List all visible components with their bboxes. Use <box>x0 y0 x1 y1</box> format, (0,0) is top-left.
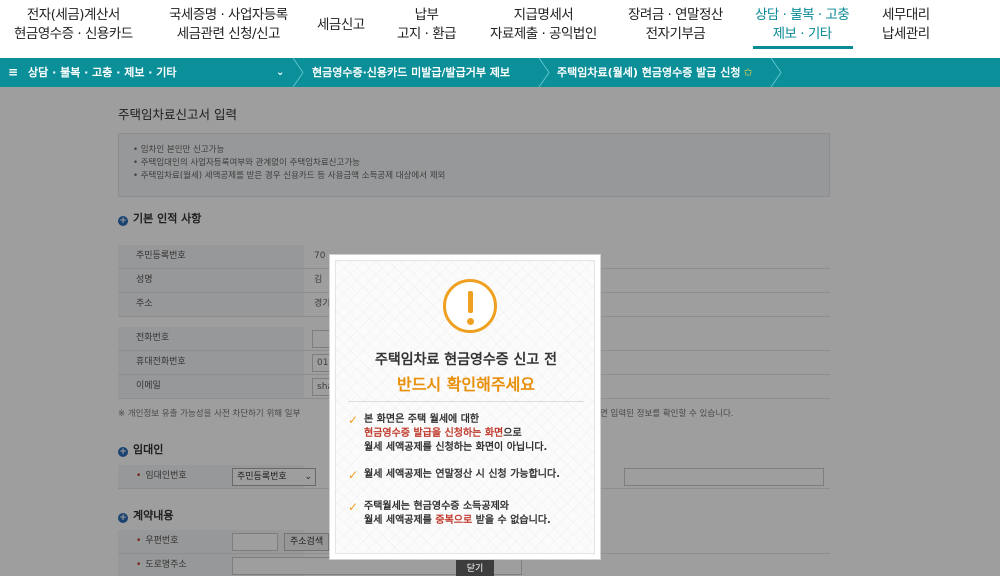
nav-e-invoice[interactable]: 전자(세금)계산서 현금영수증 · 신용카드 <box>14 6 133 44</box>
breadcrumb-level3: 주택임차료(월세) 현금영수증 발급 신청 ✩ <box>557 66 753 79</box>
warning-modal: 주택임차료 현금영수증 신고 전 반드시 확인해주세요 ✓ 본 화면은 주택 월… <box>329 254 601 560</box>
breadcrumb-level1[interactable]: 상담 · 불복 · 고충 · 제보 · 기타 <box>28 58 177 87</box>
nav-active-underline <box>753 46 853 49</box>
star-icon[interactable]: ✩ <box>743 66 752 79</box>
nav-consultation[interactable]: 상담 · 불복 · 고충 제보 · 기타 <box>755 6 850 44</box>
nav-certificates[interactable]: 국세증명 · 사업자등록 세금관련 신청/신고 <box>169 6 288 44</box>
top-navigation: 전자(세금)계산서 현금영수증 · 신용카드 국세증명 · 사업자등록 세금관련… <box>0 0 1000 58</box>
close-button[interactable]: 닫기 <box>456 560 494 576</box>
breadcrumb-level2[interactable]: 현금영수증·신용카드 미발급/발급거부 제보 <box>312 58 510 87</box>
modal-title: 주택임차료 현금영수증 신고 전 <box>374 352 558 368</box>
exclamation-icon <box>443 279 497 333</box>
breadcrumb-separator-icon <box>292 57 304 88</box>
nav-tax-agent[interactable]: 세무대리 납세관리 <box>882 6 930 44</box>
nav-payment[interactable]: 납부 고지 · 환급 <box>397 6 457 44</box>
modal-divider <box>348 401 584 402</box>
menu-icon[interactable]: ≡ <box>8 58 18 87</box>
nav-incentives[interactable]: 장려금 · 연말정산 전자기부금 <box>628 6 723 44</box>
check-icon: ✓ <box>348 468 359 482</box>
chevron-down-icon[interactable]: ⌄ <box>276 58 284 87</box>
breadcrumb-separator-icon <box>538 57 550 88</box>
modal-bullet-3: ✓ 주택월세는 현금영수증 소득공제와 월세 세액공제를 중복으로 받을 수 없… <box>348 500 551 526</box>
modal-subtitle: 반드시 확인해주세요 <box>396 375 536 394</box>
check-icon: ✓ <box>348 413 359 427</box>
modal-bullet-1: ✓ 본 화면은 주택 월세에 대한 현금영수증 발급을 신청하는 화면으로 월세… <box>348 413 548 453</box>
nav-payment-statements[interactable]: 지급명세서 자료제출 · 공익법인 <box>490 6 597 44</box>
breadcrumb-separator-icon <box>770 57 782 88</box>
nav-tax-filing[interactable]: 세금신고 <box>317 16 365 35</box>
modal-bullet-2: ✓ 월세 세액공제는 연말정산 시 신청 가능합니다. <box>348 468 561 482</box>
check-icon: ✓ <box>348 500 359 514</box>
breadcrumb: ≡ 상담 · 불복 · 고충 · 제보 · 기타 ⌄ 현금영수증·신용카드 미발… <box>0 57 1000 88</box>
